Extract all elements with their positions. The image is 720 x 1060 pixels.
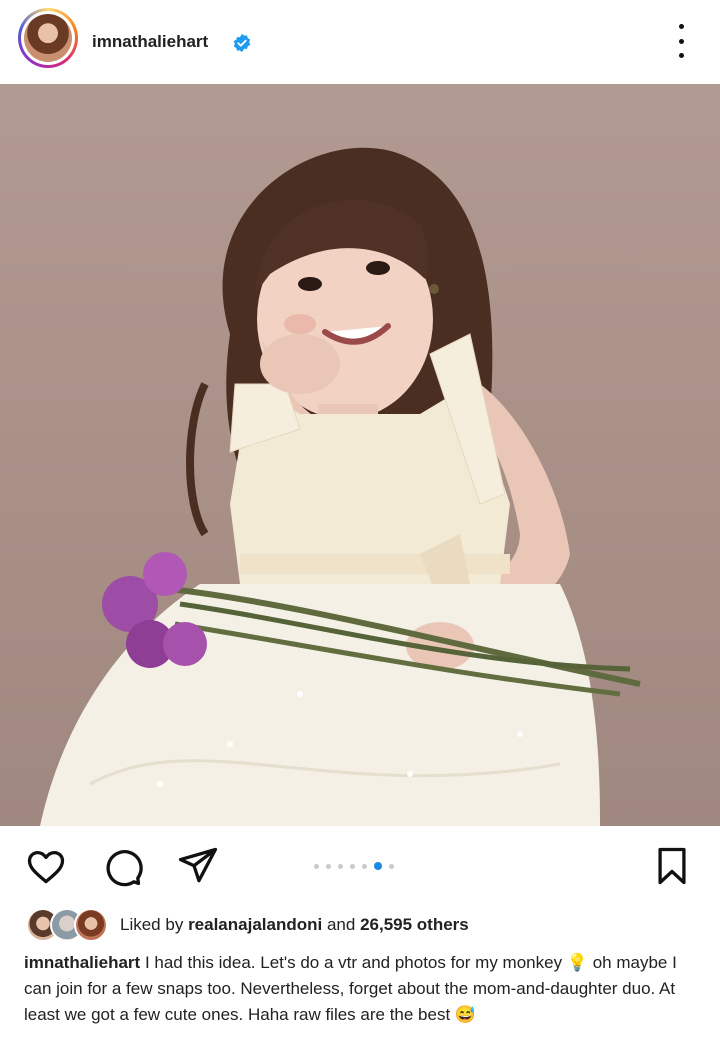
post-photo[interactable] <box>0 84 720 826</box>
post-header: imnathaliehart <box>0 0 720 84</box>
caption: imnathaliehart I had this idea. Let's do… <box>24 950 700 1028</box>
share-icon[interactable] <box>176 844 220 888</box>
action-bar <box>0 826 720 900</box>
likes-row: Liked by realanajalandoni and 26,595 oth… <box>0 905 720 945</box>
bookmark-icon[interactable] <box>650 844 694 888</box>
likes-text[interactable]: Liked by realanajalandoni and 26,595 oth… <box>120 915 469 935</box>
more-options-icon[interactable] <box>666 24 696 58</box>
verified-badge-icon <box>233 33 251 53</box>
carousel-indicator <box>314 862 394 870</box>
liker-avatar[interactable] <box>74 908 108 942</box>
caption-username[interactable]: imnathaliehart <box>24 953 140 972</box>
comment-icon[interactable] <box>100 844 144 888</box>
profile-avatar[interactable] <box>18 8 78 68</box>
username-link[interactable]: imnathaliehart <box>92 32 208 52</box>
heart-icon[interactable] <box>24 844 68 888</box>
